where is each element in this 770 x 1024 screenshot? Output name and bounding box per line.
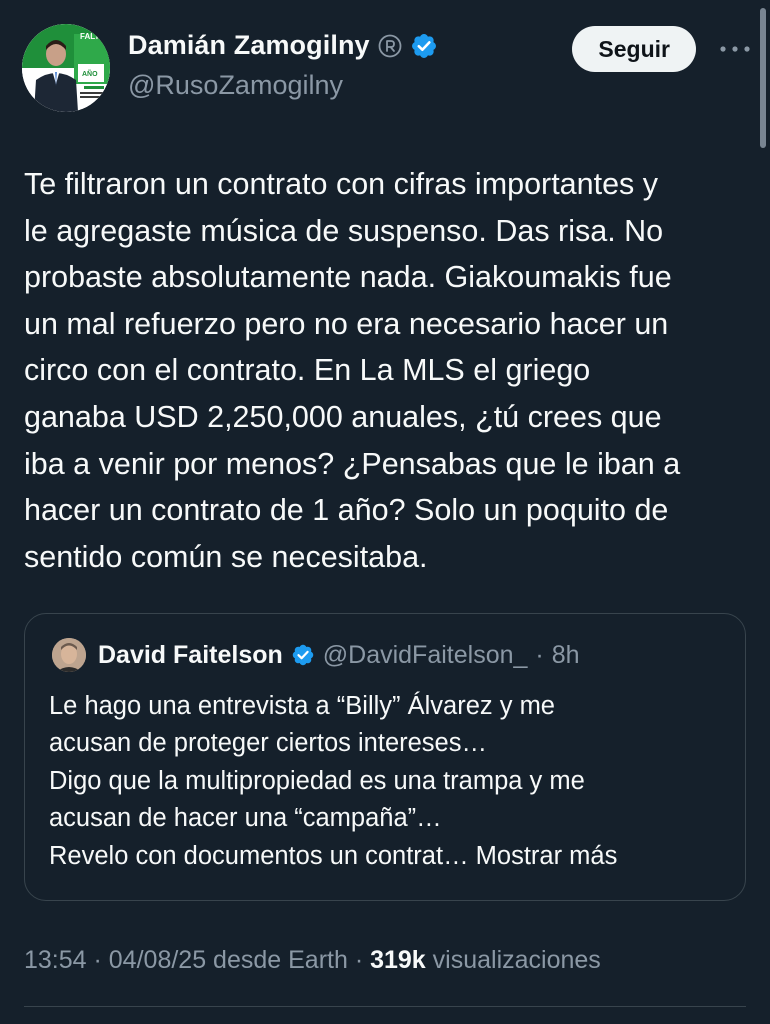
views-count[interactable]: 319k [370, 946, 426, 974]
avatar-text-bottom: AÑO [82, 69, 98, 78]
tweet-detail-page: FALTA AÑO Damián Zamogilny @RusoZamogiln… [0, 0, 770, 1024]
tweet-date[interactable]: 04/08/25 [109, 946, 206, 974]
quote-text: Le hago una entrevista a “Billy” Álvarez… [49, 688, 729, 875]
author-name[interactable]: Damián Zamogilny [128, 30, 370, 61]
quote-timestamp[interactable]: 8h [552, 641, 580, 670]
quoted-tweet[interactable]: David Faitelson @DavidFaitelson_ · 8h Le… [24, 613, 746, 901]
verified-badge-icon [410, 32, 438, 60]
follow-button[interactable]: Seguir [572, 26, 696, 72]
meta-separator: · [347, 946, 371, 974]
show-more-link[interactable]: Mostrar más [476, 842, 618, 870]
meta-separator: · [86, 946, 109, 974]
divider [24, 1006, 746, 1007]
avatar-text-top: FALTA [80, 32, 105, 41]
tweet-text: Te filtraron un contrato con cifras impo… [24, 167, 681, 574]
quote-verified-badge-icon [291, 643, 315, 667]
quote-header: David Faitelson @DavidFaitelson_ · 8h [52, 638, 580, 672]
tweet-header: FALTA AÑO Damián Zamogilny @RusoZamogiln… [22, 22, 752, 114]
registered-icon [378, 34, 402, 58]
quote-separator: · [535, 640, 544, 669]
author-handle[interactable]: @RusoZamogilny [128, 70, 343, 101]
more-options-icon[interactable] [718, 36, 752, 62]
author-avatar-image: FALTA AÑO [22, 24, 110, 112]
quote-author-name[interactable]: David Faitelson [98, 641, 283, 670]
tweet-meta: 13:54 · 04/08/25 desde Earth · 319k visu… [24, 946, 601, 975]
views-label[interactable]: visualizaciones [426, 946, 601, 974]
quote-author-handle[interactable]: @DavidFaitelson_ [323, 641, 528, 670]
author-name-row: Damián Zamogilny [128, 30, 438, 61]
scrollbar[interactable] [760, 8, 766, 148]
author-avatar[interactable]: FALTA AÑO [22, 24, 110, 112]
tweet-source: desde Earth [206, 946, 348, 974]
quote-author-avatar[interactable] [52, 638, 86, 672]
tweet-time[interactable]: 13:54 [24, 946, 87, 974]
